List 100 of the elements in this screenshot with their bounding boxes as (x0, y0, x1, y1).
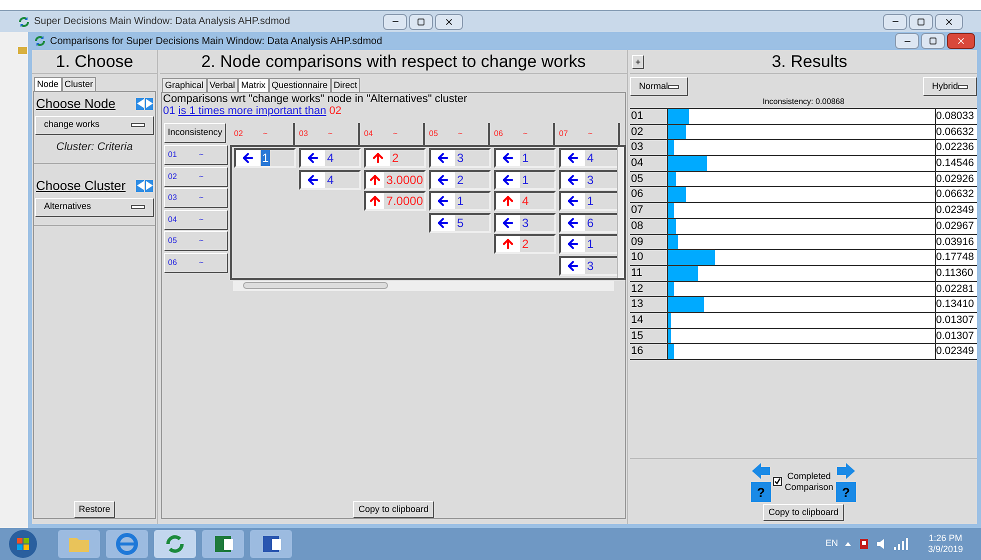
comparison-cell[interactable]: 1 (494, 148, 556, 168)
window-title: Comparisons for Super Decisions Main Window: Data Analysis AHP.sdmod (50, 34, 382, 48)
previous-button[interactable] (136, 98, 144, 110)
node-label: 01 (163, 105, 176, 118)
tab[interactable]: Direct (330, 78, 360, 92)
comparison-value[interactable]: 3 (586, 172, 595, 188)
tab[interactable]: Graphical (162, 78, 207, 92)
comparison-cell[interactable]: 1 (234, 148, 296, 168)
priority-value: 0.01307 (936, 312, 977, 328)
document-icon[interactable] (250, 530, 292, 558)
alternative-label: 01 (630, 109, 668, 124)
type-dropdown[interactable]: Hybrid (923, 77, 977, 96)
next-button[interactable] (145, 98, 153, 110)
comparison-value[interactable]: 1 (521, 150, 530, 166)
mode-dropdown[interactable]: Normal (630, 77, 688, 96)
priority-value: 0.08033 (936, 109, 977, 124)
row-header[interactable]: 05 ~ (164, 231, 228, 252)
expand-button[interactable]: + (632, 54, 644, 68)
alternative-label: 16 (630, 344, 668, 359)
priority-value: 0.02236 (936, 140, 977, 156)
tab[interactable]: Node (34, 77, 62, 91)
comparison-value[interactable]: 5 (456, 214, 465, 231)
dropdown-indicator-icon (958, 84, 968, 88)
alternative-label: 12 (630, 282, 668, 296)
row-header[interactable]: 04 ~ (164, 210, 228, 230)
comparison-value[interactable]: 6 (586, 214, 595, 231)
vertical-scrollbar[interactable] (617, 147, 624, 278)
completed-checkbox[interactable] (773, 477, 782, 486)
comparison-cell[interactable]: 3 (429, 148, 491, 168)
tab[interactable]: Matrix (238, 78, 269, 92)
close-button[interactable] (935, 14, 963, 30)
tab[interactable]: Verbal (206, 78, 238, 92)
priority-value: 0.02349 (936, 344, 977, 359)
next-button[interactable] (145, 180, 153, 192)
node-label: 02 (329, 105, 342, 118)
previous-button[interactable] (136, 180, 144, 192)
comparison-value[interactable]: 4 (326, 150, 335, 166)
comparison-cell[interactable]: 1 (494, 170, 556, 190)
alternative-label: 06 (630, 187, 668, 202)
sync-icon[interactable] (154, 530, 196, 558)
dropdown-indicator-icon (668, 84, 679, 88)
restore-button[interactable]: Restore (74, 501, 116, 518)
next-help-button[interactable]: ? (836, 482, 856, 502)
comparison-cell[interactable]: 3 (494, 212, 556, 233)
comparison-cell[interactable]: 4 (299, 170, 361, 190)
flag-icon[interactable] (858, 538, 870, 550)
background-window-title: Super Decisions Main Window: Data Analysis AHP.sdmod (34, 15, 292, 29)
comparison-value[interactable]: 1 (586, 193, 595, 210)
comparison-value[interactable]: 3 (586, 258, 595, 274)
maximize-icon (917, 18, 925, 26)
row-header[interactable]: 02 ~ (164, 166, 228, 187)
panel-heading: 2. Node comparisons with respect to change works (160, 50, 627, 74)
priority-value: 0.03916 (936, 234, 977, 250)
comparison-value[interactable]: 2 (456, 172, 465, 188)
row-header[interactable]: 06 ~ (164, 252, 228, 273)
comparison-value[interactable]: 3 (456, 150, 465, 166)
close-icon (956, 36, 966, 46)
alternative-label: 15 (630, 328, 668, 344)
priority-value: 0.02349 (936, 203, 977, 218)
comparison-cell[interactable]: 5 (429, 212, 491, 233)
node-dropdown[interactable]: change works (35, 116, 154, 134)
copy-to-clipboard-button[interactable]: Copy to clipboard (763, 504, 844, 521)
comparison-value[interactable]: 1 (261, 150, 270, 166)
comparison-value[interactable]: 4 (586, 150, 595, 166)
comparison-value[interactable]: 1 (586, 236, 595, 252)
maximize-icon (929, 37, 937, 45)
comparison-cell[interactable]: 4 (299, 148, 361, 168)
comparison-value[interactable]: 1 (456, 193, 465, 210)
row-header[interactable]: 03 ~ (164, 188, 228, 208)
copy-to-clipboard-button[interactable]: Copy to clipboard (353, 501, 434, 518)
close-button[interactable] (435, 14, 463, 30)
comparison-value[interactable]: 1 (521, 172, 530, 188)
comparison-cell[interactable]: 1 (429, 191, 491, 212)
maximize-button[interactable] (409, 14, 433, 30)
panel-heading: 1. Choose (32, 50, 157, 74)
comparison-cell[interactable]: 2 (429, 170, 491, 190)
priority-value: 0.06632 (936, 187, 977, 202)
dropdown-indicator-icon (131, 123, 145, 127)
tray-expand-icon[interactable] (844, 540, 852, 548)
tab[interactable]: Cluster (62, 77, 96, 91)
priority-value: 0.02926 (936, 172, 977, 186)
statement-link[interactable]: is 1 times more important than (178, 105, 326, 118)
maximize-button[interactable] (921, 33, 945, 49)
previous-help-button[interactable]: ? (751, 482, 771, 502)
close-button[interactable] (947, 33, 975, 49)
maximize-button[interactable] (909, 14, 933, 30)
alternative-label: 09 (630, 234, 668, 250)
inconsistency-button[interactable]: Inconsistency (164, 123, 226, 143)
comparison-value[interactable]: 4 (326, 172, 335, 188)
spreadsheet-icon[interactable] (202, 530, 244, 558)
row-header[interactable]: 01 ~ (164, 145, 228, 165)
start-button-icon[interactable] (8, 529, 38, 559)
horizontal-scrollbar[interactable] (233, 280, 614, 291)
inconsistency-value: Inconsistency: 0.00868 (762, 96, 846, 108)
comparison-value[interactable]: 3 (521, 214, 530, 231)
app-icon (34, 35, 46, 47)
signal-icon[interactable] (894, 538, 908, 550)
tab[interactable]: Questionnaire (268, 78, 331, 92)
cluster-dropdown[interactable]: Alternatives (35, 198, 154, 216)
alternative-label: 05 (630, 172, 668, 186)
